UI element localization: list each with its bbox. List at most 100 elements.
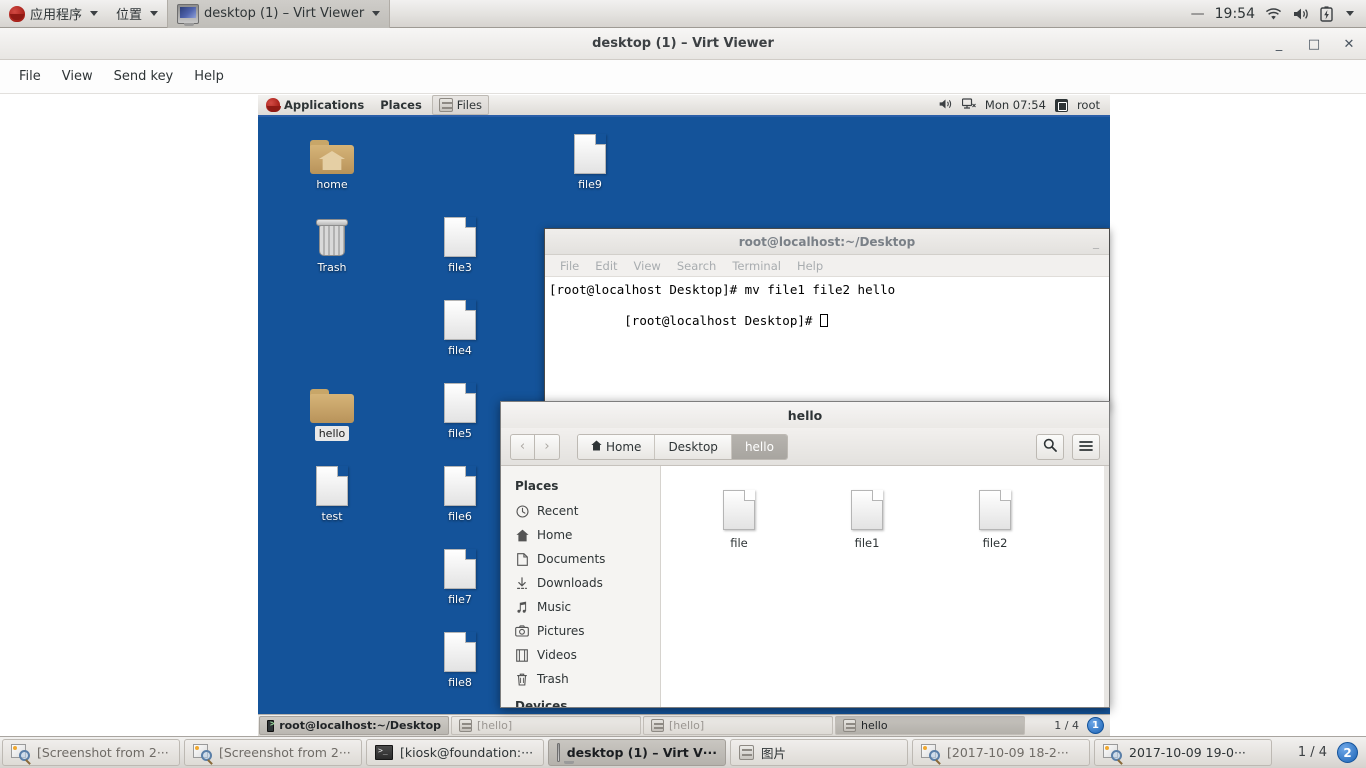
vm-user-label[interactable]: root (1077, 98, 1100, 112)
virt-viewer-title: desktop (1) – Virt Viewer (592, 36, 774, 51)
host-task-screenshot-4[interactable]: 2017-10-09 19-0··· (1094, 739, 1272, 766)
user-icon (1054, 98, 1068, 112)
chevron-down-icon[interactable] (1346, 11, 1354, 16)
file-item[interactable]: file1 (803, 484, 931, 550)
sidebar-item-home[interactable]: Home (501, 523, 660, 547)
menu-view[interactable]: View (53, 65, 102, 88)
screenshot-icon (11, 744, 31, 765)
host-task-screenshot-1[interactable]: [Screenshot from 2··· (2, 739, 180, 766)
chevron-down-icon (150, 11, 159, 16)
maximize-button[interactable]: □ (1307, 37, 1321, 52)
desktop-icon-file8[interactable]: file8 (424, 626, 496, 690)
host-task-label: [Screenshot from 2··· (37, 745, 169, 760)
terminal-menu-view[interactable]: View (627, 257, 668, 275)
forward-button[interactable]: › (535, 433, 560, 460)
back-button[interactable]: ‹ (510, 433, 535, 460)
host-places-menu[interactable]: 位置 (107, 0, 167, 28)
terminal-window[interactable]: root@localhost:~/Desktop _ File Edit Vie… (544, 228, 1110, 408)
sidebar-item-pictures[interactable]: Pictures (501, 619, 660, 643)
host-clock[interactable]: 19:54 (1215, 6, 1255, 22)
file-manager-titlebar[interactable]: hello (501, 402, 1109, 428)
desktop-icon-file9[interactable]: file9 (554, 128, 626, 192)
desktop-icon-file7[interactable]: file7 (424, 543, 496, 607)
vm-workspace-badge[interactable]: 1 (1087, 717, 1104, 734)
vm-places-menu[interactable]: Places (372, 94, 430, 116)
trash-icon (296, 211, 368, 257)
file-item[interactable]: file2 (931, 484, 1059, 550)
file-icon (424, 294, 496, 340)
search-icon (1043, 437, 1057, 456)
virt-viewer-titlebar[interactable]: desktop (1) – Virt Viewer _ □ ✕ (0, 28, 1366, 60)
desktop-icon-test[interactable]: test (296, 460, 368, 524)
terminal-menu-help[interactable]: Help (790, 257, 830, 275)
vm-network-icon[interactable] (961, 97, 976, 113)
files-icon (459, 719, 472, 732)
breadcrumb-hello[interactable]: hello (731, 434, 787, 459)
breadcrumb-desktop[interactable]: Desktop (655, 434, 732, 459)
menu-help[interactable]: Help (185, 65, 233, 88)
vm-guest-display[interactable]: Applications Places Files Mon 07:54 root (258, 95, 1110, 736)
host-task-screenshot-3[interactable]: [2017-10-09 18-2··· (912, 739, 1090, 766)
file-item[interactable]: file (675, 484, 803, 550)
vm-applications-menu[interactable]: Applications (258, 94, 372, 116)
sidebar-item-videos[interactable]: Videos (501, 643, 660, 667)
search-button[interactable] (1036, 433, 1064, 460)
desktop-icon-file3[interactable]: file3 (424, 211, 496, 275)
desktop-icon-hello[interactable]: hello (296, 377, 368, 441)
host-task-pictures[interactable]: 图片 (730, 739, 908, 766)
file-manager-window[interactable]: hello ‹ › Home Desktop hello Places Rece… (500, 401, 1110, 708)
file-manager-file-grid[interactable]: file file1 file2 (661, 466, 1109, 707)
vm-volume-icon[interactable] (938, 98, 953, 113)
close-button[interactable]: ✕ (1342, 37, 1356, 52)
terminal-menu-terminal[interactable]: Terminal (725, 257, 788, 275)
redhat-logo-icon (266, 98, 281, 112)
terminal-menu-edit[interactable]: Edit (588, 257, 624, 275)
sidebar-item-trash[interactable]: Trash (501, 667, 660, 691)
host-applications-menu[interactable]: 应用程序 (0, 0, 107, 28)
battery-icon[interactable] (1320, 5, 1333, 22)
terminal-minimize-button[interactable]: _ (1093, 235, 1099, 249)
menu-file[interactable]: File (10, 65, 50, 88)
desktop-icon-trash[interactable]: Trash (296, 211, 368, 275)
files-icon (843, 719, 856, 732)
sidebar-item-music[interactable]: Music (501, 595, 660, 619)
desktop-icon-home[interactable]: home (296, 128, 368, 192)
vm-top-panel: Applications Places Files Mon 07:54 root (258, 95, 1110, 117)
menu-send-key[interactable]: Send key (105, 65, 183, 88)
desktop-icon-file4[interactable]: file4 (424, 294, 496, 358)
terminal-titlebar[interactable]: root@localhost:~/Desktop _ (545, 229, 1109, 255)
vm-task-hello-1[interactable]: [hello] (451, 716, 641, 735)
desktop-icon-label: test (321, 510, 343, 523)
minimize-button[interactable]: _ (1272, 37, 1286, 52)
host-task-screenshot-2[interactable]: [Screenshot from 2··· (184, 739, 362, 766)
vm-clock[interactable]: Mon 07:54 (985, 98, 1046, 112)
host-task-kiosk-terminal[interactable]: [kiosk@foundation:··· (366, 739, 544, 766)
file-grid-scrollbar[interactable] (1104, 466, 1109, 707)
host-window-menu[interactable]: desktop (1) – Virt Viewer (167, 0, 391, 28)
folder-home-icon (296, 128, 368, 174)
desktop-icon-label: hello (314, 426, 350, 441)
host-top-panel: 应用程序 位置 desktop (1) – Virt Viewer — 19:5… (0, 0, 1366, 28)
volume-icon[interactable] (1292, 7, 1310, 21)
vm-task-terminal[interactable]: root@localhost:~/Desktop (259, 716, 449, 735)
terminal-cursor (819, 314, 828, 327)
breadcrumb-label: hello (744, 439, 774, 454)
terminal-menu-search[interactable]: Search (670, 257, 724, 275)
sidebar-item-downloads[interactable]: Downloads (501, 571, 660, 595)
sidebar-item-documents[interactable]: Documents (501, 547, 660, 571)
desktop-icon-file5[interactable]: file5 (424, 377, 496, 441)
terminal-menu-file[interactable]: File (553, 257, 586, 275)
host-task-virt-viewer[interactable]: desktop (1) – Virt V··· (548, 739, 726, 766)
folder-icon (296, 377, 368, 423)
vm-active-window-button[interactable]: Files (431, 95, 490, 115)
host-workspace-badge[interactable]: 2 (1337, 742, 1358, 763)
sidebar-item-recent[interactable]: Recent (501, 499, 660, 523)
terminal-output[interactable]: [root@localhost Desktop]# mv file1 file2… (545, 277, 1109, 349)
hamburger-menu-button[interactable] (1072, 433, 1100, 460)
wifi-icon[interactable] (1265, 7, 1282, 21)
desktop-icon-file6[interactable]: file6 (424, 460, 496, 524)
breadcrumb-home[interactable]: Home (578, 434, 656, 459)
vm-task-hello-2[interactable]: [hello] (643, 716, 833, 735)
vm-task-label: hello (861, 719, 888, 732)
vm-task-hello-3[interactable]: hello (835, 716, 1025, 735)
